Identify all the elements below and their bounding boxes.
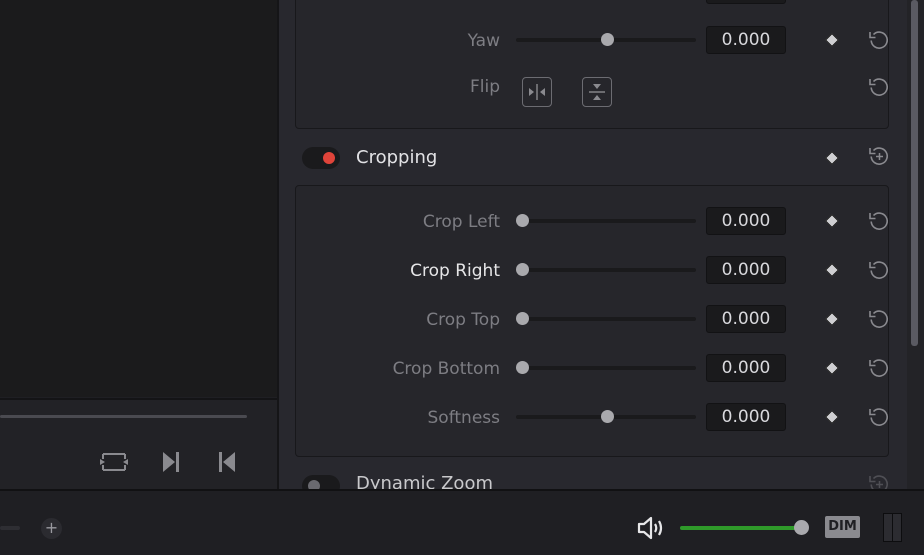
reset-icon[interactable]: [867, 75, 891, 99]
crop-bottom-slider[interactable]: [516, 361, 696, 374]
scrollbar-thumb[interactable]: [911, 0, 918, 346]
yaw-value-field[interactable]: 0.000: [706, 26, 786, 54]
flip-label: Flip: [469, 77, 500, 97]
keyframe-diamond-icon[interactable]: [826, 264, 836, 274]
crop-bottom-value-field[interactable]: 0.000: [706, 354, 786, 382]
yaw-slider[interactable]: [516, 33, 696, 46]
crop-top-label: Crop Top: [426, 310, 500, 330]
slider-knob[interactable]: [516, 263, 529, 276]
crop-left-label: Crop Left: [422, 212, 500, 232]
toggle-indicator: [323, 152, 335, 164]
skip-to-start-icon: [219, 452, 235, 472]
reset-icon[interactable]: [867, 258, 891, 282]
yaw-label: Yaw: [467, 31, 500, 51]
timeline-scrubber[interactable]: [0, 415, 247, 418]
keyframe-diamond-icon[interactable]: [826, 313, 836, 323]
crop-left-value-field[interactable]: 0.000: [706, 207, 786, 235]
crop-left-row: Crop Left 0.000: [279, 206, 907, 236]
next-frame-button[interactable]: [160, 450, 182, 474]
flip-horizontal-icon: [529, 84, 545, 100]
cropping-title[interactable]: Cropping: [356, 147, 437, 168]
crop-right-value-field[interactable]: 0.000: [706, 256, 786, 284]
reset-icon[interactable]: [867, 356, 891, 380]
reset-icon[interactable]: [867, 209, 891, 233]
cropping-toggle[interactable]: [302, 147, 340, 169]
keyframe-diamond-icon[interactable]: [826, 362, 836, 372]
loop-button[interactable]: [98, 450, 130, 474]
keyframe-diamond-icon[interactable]: [826, 411, 836, 421]
audio-meter[interactable]: [883, 513, 902, 542]
flip-row: Flip: [279, 77, 907, 107]
reset-add-icon[interactable]: [867, 144, 891, 168]
softness-label: Softness: [427, 408, 501, 428]
slider-knob[interactable]: [516, 312, 529, 325]
crop-top-slider[interactable]: [516, 312, 696, 325]
crop-bottom-row: Crop Bottom 0.000: [279, 353, 907, 383]
zoom-in-button[interactable]: +: [41, 518, 62, 539]
transform-group: [295, 0, 889, 129]
reset-icon[interactable]: [867, 28, 891, 52]
crop-top-row: Crop Top 0.000: [279, 304, 907, 334]
volume-fill: [680, 526, 801, 530]
yaw-row: Yaw 0.000: [279, 25, 907, 55]
volume-knob[interactable]: [794, 520, 809, 535]
prev-frame-button[interactable]: [216, 450, 238, 474]
slider-knob[interactable]: [516, 214, 529, 227]
crop-bottom-label: Crop Bottom: [392, 359, 500, 379]
crop-top-value-field[interactable]: 0.000: [706, 305, 786, 333]
transport-controls: [0, 398, 277, 490]
viewer-canvas: [0, 0, 277, 397]
skip-to-end-icon: [163, 452, 179, 472]
keyframe-diamond-icon[interactable]: [826, 215, 836, 225]
flip-horizontal-button[interactable]: [522, 77, 552, 107]
keyframe-diamond-icon[interactable]: [826, 34, 836, 44]
crop-right-label: Crop Right: [410, 261, 500, 281]
softness-row: Softness 0.000: [279, 402, 907, 432]
crop-right-row: Crop Right 0.000: [279, 255, 907, 285]
dynamic-zoom-header: Dynamic Zoom: [279, 470, 907, 489]
partial-value-field[interactable]: [706, 0, 786, 4]
reset-icon[interactable]: [867, 405, 891, 429]
loop-icon: [100, 453, 128, 471]
flip-vertical-icon: [589, 84, 605, 100]
slider-knob[interactable]: [601, 33, 614, 46]
toggle-indicator: [308, 480, 320, 489]
speaker-icon[interactable]: [636, 515, 664, 541]
slider-knob[interactable]: [516, 361, 529, 374]
flip-vertical-button[interactable]: [582, 77, 612, 107]
dynamic-zoom-toggle[interactable]: [302, 475, 340, 489]
reset-add-icon[interactable]: [867, 472, 891, 489]
dynamic-zoom-title[interactable]: Dynamic Zoom: [356, 473, 493, 489]
inspector-panel: Yaw 0.000 Flip Cropping Crop Left 0.000 Cr…: [279, 0, 907, 489]
reset-icon[interactable]: [867, 307, 891, 331]
keyframe-diamond-icon[interactable]: [826, 152, 836, 162]
bottom-toolbar: [0, 489, 924, 555]
dim-button[interactable]: DIM: [825, 516, 860, 538]
crop-left-slider[interactable]: [516, 214, 696, 227]
slider-knob[interactable]: [601, 410, 614, 423]
zoom-slider[interactable]: [0, 526, 20, 530]
softness-value-field[interactable]: 0.000: [706, 403, 786, 431]
volume-slider[interactable]: [680, 520, 809, 535]
cropping-header: Cropping: [279, 142, 907, 174]
softness-slider[interactable]: [516, 410, 696, 423]
crop-right-slider[interactable]: [516, 263, 696, 276]
